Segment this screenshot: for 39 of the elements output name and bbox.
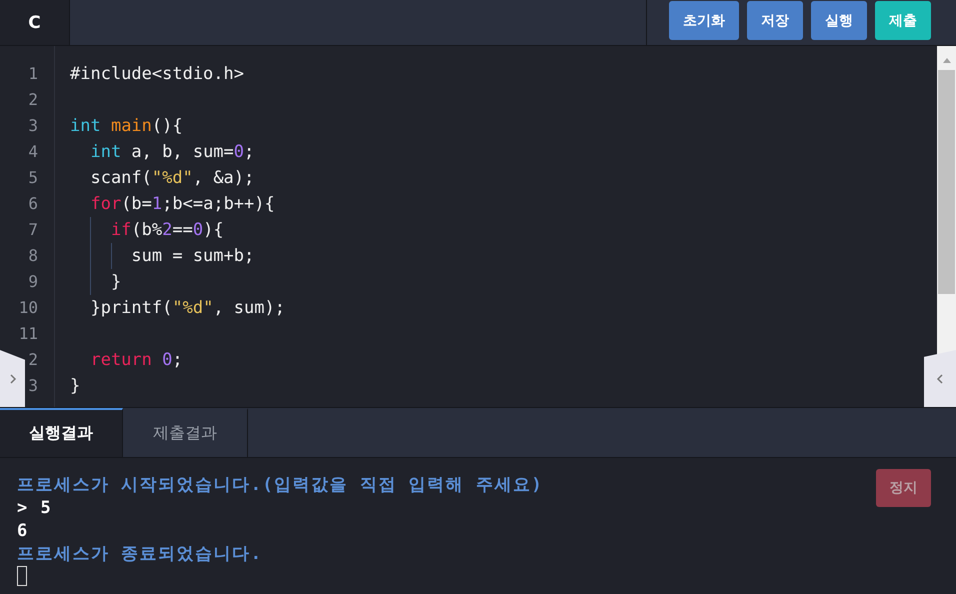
code-line: } xyxy=(70,375,80,398)
code-line: } xyxy=(110,271,122,294)
code-line: if(b%2==0){ xyxy=(110,219,224,242)
chevron-right-icon xyxy=(8,372,16,384)
console-line: 6 xyxy=(17,520,29,543)
code-line: int main(){ xyxy=(70,115,183,138)
toolbar-button[interactable]: 초기화 xyxy=(669,1,739,40)
line-number: 7 xyxy=(28,219,38,241)
code-line: sum = sum+b; xyxy=(131,245,254,268)
line-number: 3 xyxy=(28,375,38,397)
language-tab[interactable]: C xyxy=(0,0,70,45)
console-line: 프로세스가 종료되었습니다. xyxy=(17,543,262,566)
side-panel-toggle[interactable] xyxy=(924,350,956,407)
code-line: }printf("%d", sum); xyxy=(90,297,285,320)
result-tab[interactable]: 실행결과 xyxy=(0,408,123,457)
line-number: 6 xyxy=(28,193,38,215)
toolbar-button[interactable]: 실행 xyxy=(811,1,867,40)
toolbar-button[interactable]: 저장 xyxy=(747,1,803,40)
code-line: return 0; xyxy=(90,349,183,372)
line-number: 2 xyxy=(28,89,38,111)
text-cursor xyxy=(17,566,27,586)
line-number: 2 xyxy=(28,349,38,371)
line-number: 8 xyxy=(28,245,38,267)
line-number: 4 xyxy=(28,141,38,163)
console-line: 프로세스가 시작되었습니다.(입력값을 직접 입력해 주세요) xyxy=(17,474,544,497)
code-line: scanf("%d", &a); xyxy=(90,167,254,190)
line-number: 1 xyxy=(28,63,38,85)
console-line: > 5 xyxy=(17,497,52,520)
side-panel-toggle[interactable] xyxy=(0,350,25,407)
line-number: 3 xyxy=(28,115,38,137)
chevron-left-icon xyxy=(936,372,944,384)
toolbar-button[interactable]: 제출 xyxy=(875,1,931,40)
line-number: 9 xyxy=(28,271,38,293)
line-number: 10 xyxy=(18,297,38,319)
line-number: 11 xyxy=(18,323,38,345)
line-number: 5 xyxy=(28,167,38,189)
code-line: for(b=1;b<=a;b++){ xyxy=(90,193,275,216)
code-line: #include<stdio.h> xyxy=(70,63,244,86)
code-line: int a, b, sum=0; xyxy=(90,141,254,164)
